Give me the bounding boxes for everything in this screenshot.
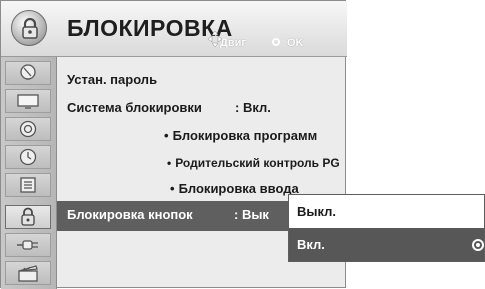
key-lock-value: : Вык xyxy=(234,207,269,222)
rail-item-time[interactable] xyxy=(5,145,51,169)
input-plug-icon xyxy=(17,240,38,250)
menu-item-label: Блокировка программ xyxy=(172,128,318,143)
menu-item-label: Блокировка кнопок xyxy=(67,207,193,222)
rail-item-setup[interactable] xyxy=(5,61,51,85)
navigation-hint-label: Двиг xyxy=(220,37,246,49)
menu-item-block-programs[interactable]: • Блокировка программ xyxy=(164,128,317,143)
menu-header: БЛОКИРОВКА Двиг OK xyxy=(1,1,347,57)
rail-item-picture[interactable] xyxy=(5,89,51,113)
dpad-arrows-icon xyxy=(207,30,223,50)
speaker-icon xyxy=(19,120,37,138)
rail-item-lock[interactable] xyxy=(5,205,51,229)
bullet: • xyxy=(164,128,169,143)
clock-icon xyxy=(19,148,37,166)
category-rail xyxy=(1,57,57,289)
menu-item-parental-control[interactable]: • Родительский контроль PG xyxy=(167,156,340,170)
key-lock-options-popup: Выкл. Вкл. xyxy=(288,194,485,262)
ok-hint-label: OK xyxy=(287,37,304,49)
option-off[interactable]: Выкл. xyxy=(289,195,484,228)
ok-button-icon xyxy=(272,38,280,46)
tv-screen-icon xyxy=(17,94,39,109)
ok-hint: OK xyxy=(272,37,304,49)
lock-system-value: : Вкл. xyxy=(235,100,271,115)
menu-item-input-lock[interactable]: • Блокировка ввода xyxy=(170,181,299,196)
radio-selected-icon xyxy=(472,239,484,251)
rail-item-media[interactable] xyxy=(5,261,51,285)
menu-item-label: Устан. пароль xyxy=(67,72,158,87)
navigation-hint: Двиг xyxy=(207,30,246,49)
option-icon xyxy=(20,177,36,193)
option-label: Вкл. xyxy=(297,237,325,252)
menu-item-label: Блокировка ввода xyxy=(178,181,299,196)
menu-item-label: Родительский контроль PG xyxy=(175,156,340,170)
satellite-dish-icon xyxy=(20,64,36,80)
menu-item-lock-system[interactable]: Система блокировки : Вкл. xyxy=(67,100,337,115)
option-label: Выкл. xyxy=(297,204,337,219)
bullet: • xyxy=(170,181,175,196)
media-clapper-icon xyxy=(18,265,38,282)
option-on[interactable]: Вкл. xyxy=(289,228,484,261)
rail-item-input[interactable] xyxy=(5,233,51,257)
lock-icon xyxy=(21,207,35,226)
lock-icon xyxy=(11,10,47,46)
menu-item-set-password[interactable]: Устан. пароль xyxy=(67,72,157,87)
menu-item-label: Система блокировки xyxy=(67,100,202,115)
rail-item-audio[interactable] xyxy=(5,117,51,141)
rail-item-option[interactable] xyxy=(5,173,51,197)
bullet: • xyxy=(167,156,172,170)
